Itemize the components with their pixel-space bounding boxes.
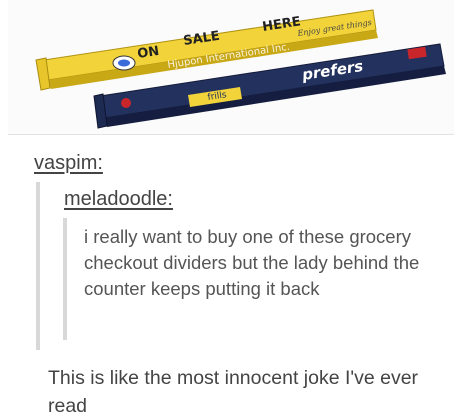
blockquote-border-outer (36, 182, 40, 350)
tumblr-post: ON SALE HERE Enjoy great things Hjupon I… (0, 0, 460, 420)
on-sale-logo (112, 55, 136, 71)
reply-text: This is like the most innocent joke I've… (48, 367, 419, 417)
poster-username-link[interactable]: vaspim: (34, 152, 103, 175)
quoted-username-link[interactable]: meladoodle: (64, 188, 173, 211)
blockquote-border-inner (63, 218, 67, 340)
checkout-dividers-photo: ON SALE HERE Enjoy great things Hjupon I… (8, 0, 454, 135)
quoted-post-text: i really want to buy one of these grocer… (84, 226, 420, 299)
checkout-dividers-illustration: ON SALE HERE Enjoy great things Hjupon I… (35, 9, 446, 129)
